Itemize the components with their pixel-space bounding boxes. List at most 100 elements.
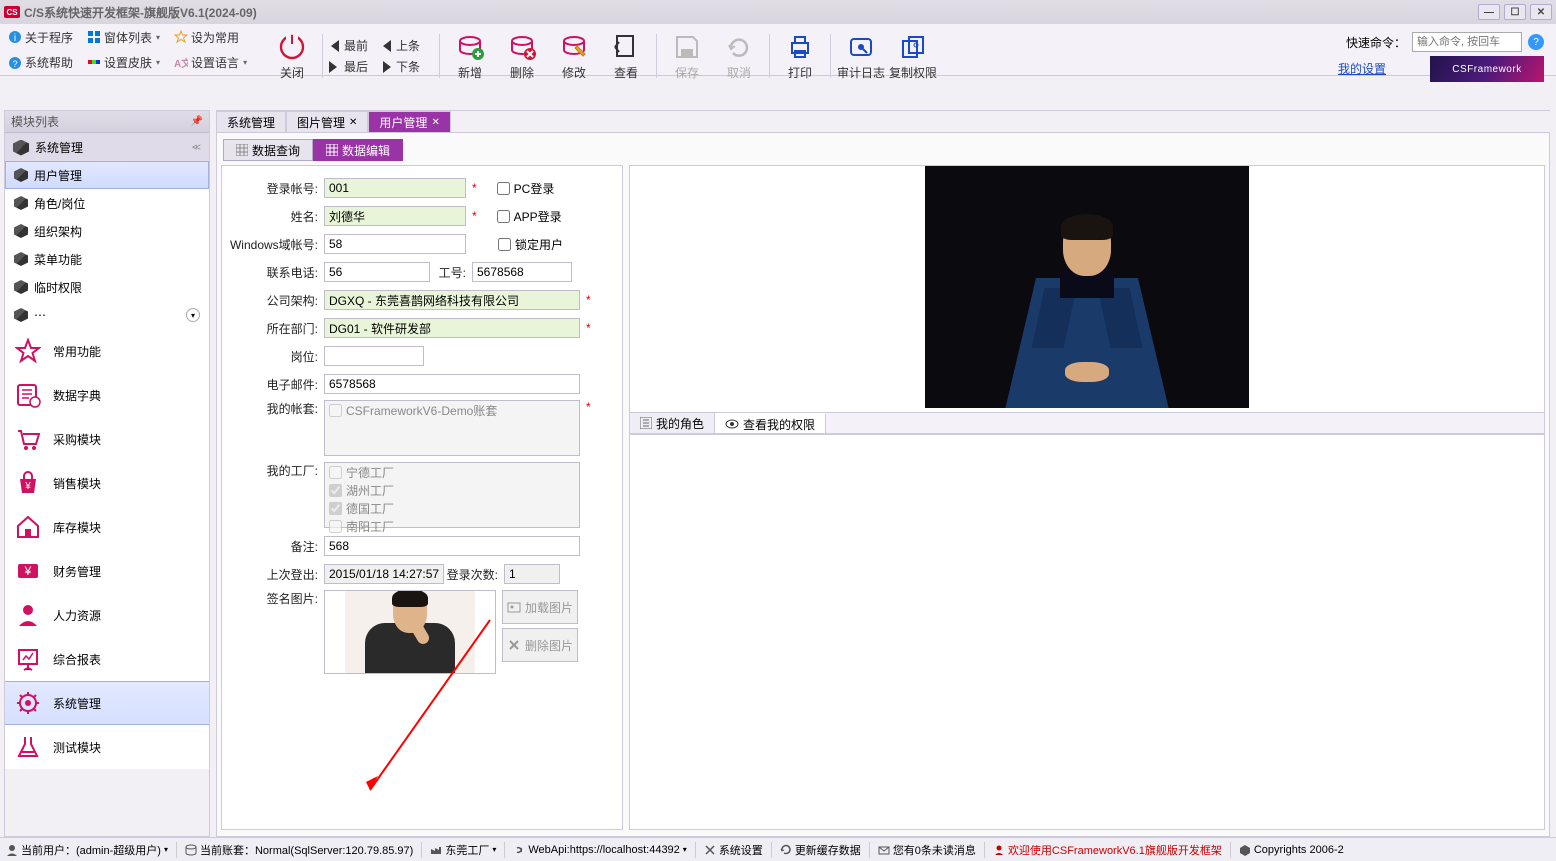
svg-text:?: ? bbox=[12, 59, 17, 69]
view-icon bbox=[611, 32, 641, 62]
cancel-icon bbox=[724, 32, 754, 62]
tab-edit[interactable]: 数据编辑 bbox=[313, 139, 403, 161]
cube-icon bbox=[14, 196, 28, 210]
tab-sysmgmt[interactable]: 系统管理 bbox=[216, 111, 286, 133]
status-user[interactable]: 当前用户：(admin-超级用户)▾ bbox=[6, 842, 168, 858]
chk-pc[interactable]: PC登录 bbox=[497, 180, 555, 197]
inner-tabs: 数据查询 数据编辑 bbox=[223, 139, 1545, 161]
btn-save[interactable]: 保存 bbox=[663, 32, 711, 81]
input-winacc[interactable] bbox=[324, 234, 466, 254]
svg-text:¥: ¥ bbox=[24, 481, 31, 492]
menu-skin[interactable]: 设置皮肤 bbox=[87, 54, 160, 71]
menu-windows[interactable]: 窗体列表 bbox=[87, 29, 160, 46]
big-hr[interactable]: 人力资源 bbox=[5, 593, 209, 637]
chk-lock[interactable]: 锁定用户 bbox=[498, 236, 563, 253]
big-sysmgmt[interactable]: 系统管理 bbox=[5, 681, 209, 725]
input-email[interactable] bbox=[324, 374, 580, 394]
btn-load-image[interactable]: 加载图片 bbox=[502, 590, 578, 624]
input-name[interactable] bbox=[324, 206, 466, 226]
cube-icon bbox=[14, 280, 28, 294]
list-factories[interactable]: 宁德工厂 湖州工厂 德国工厂 南阳工厂 bbox=[324, 462, 580, 528]
status-bar: 当前用户：(admin-超级用户)▾ 当前账套：Normal(SqlServer… bbox=[0, 837, 1556, 861]
board-icon bbox=[15, 646, 41, 672]
sidebar-item-role[interactable]: 角色/岗位 bbox=[5, 189, 209, 217]
status-refresh[interactable]: 更新缓存数据 bbox=[780, 842, 861, 858]
menu-about[interactable]: i 关于程序 bbox=[8, 29, 73, 46]
big-stock[interactable]: 库存模块 bbox=[5, 505, 209, 549]
btn-next[interactable]: 下条 bbox=[381, 58, 425, 75]
expand-icon[interactable]: ▾ bbox=[186, 308, 200, 322]
tab-query[interactable]: 数据查询 bbox=[223, 139, 313, 161]
sidebar-item-tempperm[interactable]: 临时权限 bbox=[5, 273, 209, 301]
big-common[interactable]: 常用功能 bbox=[5, 329, 209, 373]
toolbar: 关闭 最前 最后 上条 下条 新增 删除 修改 查看 保存 取消 打印 审计日志… bbox=[258, 24, 1556, 88]
edit-icon bbox=[559, 32, 589, 62]
input-phone[interactable] bbox=[324, 262, 430, 282]
btn-view[interactable]: 查看 bbox=[602, 32, 650, 81]
minimize-button[interactable]: — bbox=[1478, 4, 1500, 20]
cube-icon bbox=[14, 308, 28, 322]
rtab-role[interactable]: 我的角色 bbox=[630, 413, 715, 433]
flask-icon bbox=[15, 734, 41, 760]
close-icon[interactable]: ✕ bbox=[349, 117, 357, 128]
document-tabs: 系统管理 图片管理✕ 用户管理✕ bbox=[216, 110, 1550, 132]
btn-perm[interactable]: 复制权限 bbox=[889, 32, 937, 81]
input-workno[interactable] bbox=[472, 262, 572, 282]
btn-close[interactable]: 关闭 bbox=[268, 32, 316, 81]
menu-lang[interactable]: A文 设置语言 bbox=[174, 54, 247, 71]
sidebar-item-more[interactable]: ⋯▾ bbox=[5, 301, 209, 329]
quick-label: 快速命令： bbox=[1346, 34, 1406, 51]
quick-input[interactable] bbox=[1412, 32, 1522, 52]
pin-icon[interactable]: 📌 bbox=[191, 116, 203, 127]
close-window-button[interactable]: ✕ bbox=[1530, 4, 1552, 20]
input-account[interactable] bbox=[324, 178, 466, 198]
btn-first[interactable]: 最前 bbox=[327, 37, 371, 54]
sidebar-item-org[interactable]: 组织架构 bbox=[5, 217, 209, 245]
btn-del[interactable]: 删除 bbox=[498, 32, 546, 81]
maximize-button[interactable]: ☐ bbox=[1504, 4, 1526, 20]
input-post[interactable] bbox=[324, 346, 424, 366]
status-factory[interactable]: 东莞工厂▾ bbox=[430, 842, 496, 858]
big-purchase[interactable]: 采购模块 bbox=[5, 417, 209, 461]
rtab-perm[interactable]: 查看我的权限 bbox=[715, 413, 826, 433]
tab-imgmgmt[interactable]: 图片管理✕ bbox=[286, 111, 368, 133]
list-accounts[interactable]: CSFrameworkV6-Demo账套 bbox=[324, 400, 580, 456]
status-syscfg[interactable]: 系统设置 bbox=[704, 842, 763, 858]
svg-text:i: i bbox=[14, 33, 16, 44]
right-panel: 我的角色 查看我的权限 bbox=[629, 165, 1545, 830]
print-icon bbox=[785, 32, 815, 62]
menu-help[interactable]: ? 系统帮助 bbox=[8, 54, 73, 71]
lang-icon: A文 bbox=[174, 56, 188, 70]
btn-prev[interactable]: 上条 bbox=[381, 37, 425, 54]
input-dept[interactable] bbox=[324, 318, 580, 338]
sidebar-item-menu[interactable]: 菜单功能 bbox=[5, 245, 209, 273]
my-settings-link[interactable]: 我的设置 bbox=[1338, 60, 1386, 77]
status-msg[interactable]: 您有0条未读消息 bbox=[878, 842, 976, 858]
big-report[interactable]: 综合报表 bbox=[5, 637, 209, 681]
status-welcome: 欢迎使用CSFrameworkV6.1旗舰版开发框架 bbox=[993, 842, 1222, 858]
status-dataset: 当前账套：Normal(SqlServer:120.79.85.97) bbox=[185, 842, 413, 858]
btn-audit[interactable]: 审计日志 bbox=[837, 32, 885, 81]
btn-del-image[interactable]: 删除图片 bbox=[502, 628, 578, 662]
btn-last[interactable]: 最后 bbox=[327, 58, 371, 75]
input-company[interactable] bbox=[324, 290, 580, 310]
sidebar-item-user[interactable]: 用户管理 bbox=[5, 161, 209, 189]
btn-edit[interactable]: 修改 bbox=[550, 32, 598, 81]
big-test[interactable]: 测试模块 bbox=[5, 725, 209, 769]
bag-icon: ¥ bbox=[15, 470, 41, 496]
big-sales[interactable]: ¥销售模块 bbox=[5, 461, 209, 505]
big-dict[interactable]: 数据字典 bbox=[5, 373, 209, 417]
btn-add[interactable]: 新增 bbox=[446, 32, 494, 81]
big-finance[interactable]: ¥财务管理 bbox=[5, 549, 209, 593]
menu-default[interactable]: 设为常用 bbox=[174, 29, 239, 46]
btn-cancel[interactable]: 取消 bbox=[715, 32, 763, 81]
tab-usermgmt[interactable]: 用户管理✕ bbox=[368, 111, 450, 133]
chk-app[interactable]: APP登录 bbox=[497, 208, 562, 225]
btn-print[interactable]: 打印 bbox=[776, 32, 824, 81]
section-sysmgmt[interactable]: 系统管理 ≪ bbox=[5, 133, 209, 161]
user-photo bbox=[630, 166, 1544, 408]
quick-help-icon[interactable]: ? bbox=[1528, 34, 1544, 50]
input-remark[interactable] bbox=[324, 536, 580, 556]
status-webapi[interactable]: WebApi:https://localhost:44392▾ bbox=[513, 844, 686, 856]
close-icon[interactable]: ✕ bbox=[431, 117, 439, 128]
